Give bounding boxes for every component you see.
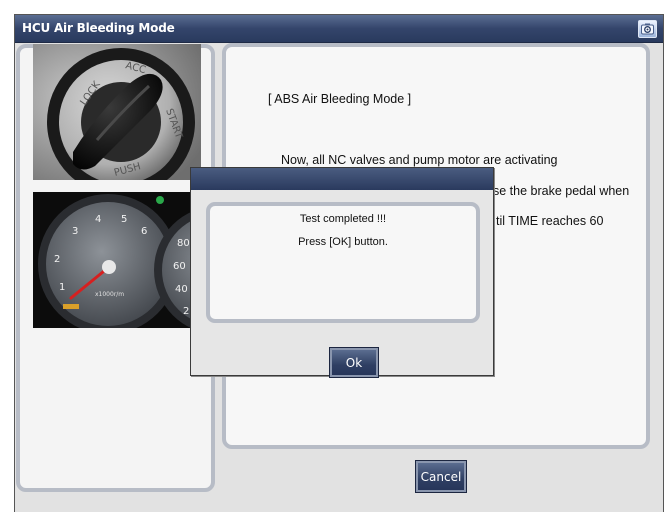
tach-label-1: 1	[59, 282, 65, 293]
window-title: HCU Air Bleeding Mode	[22, 21, 175, 35]
tach-label-6: 6	[141, 226, 147, 237]
dialog-message: Test completed !!!	[299, 213, 387, 225]
instruction-line-2: se the brake pedal when	[493, 184, 630, 198]
tach-label-5: 5	[121, 214, 127, 225]
dialog-titlebar	[191, 168, 493, 190]
ignition-switch-image: LOCK ACC START PUSH	[33, 44, 201, 180]
test-completed-dialog: Test completed !!! Press [OK] button. Ok	[190, 167, 494, 378]
window-titlebar: HCU Air Bleeding Mode	[15, 15, 663, 43]
mode-heading: [ ABS Air Bleeding Mode ]	[268, 92, 412, 106]
speed-label-60: 60	[173, 261, 186, 272]
dialog-instruction: Press [OK] button.	[298, 236, 388, 248]
speed-label-40: 40	[175, 284, 188, 295]
instrument-cluster-image: 1 2 3 4 5 6 80 60 40 20 100 x1000r/m	[33, 192, 213, 328]
tach-label-3: 3	[72, 226, 78, 237]
instruction-line-1: Now, all NC valves and pump motor are ac…	[281, 153, 558, 167]
speed-label-80: 80	[177, 238, 190, 249]
instruction-line-3: til TIME reaches 60	[496, 214, 604, 228]
dialog-message-box: Test completed !!! Press [OK] button.	[206, 202, 480, 323]
tach-unit-label: x1000r/m	[95, 291, 124, 298]
camera-icon[interactable]	[638, 20, 657, 38]
ok-button[interactable]: Ok	[329, 347, 379, 378]
tach-label-4: 4	[95, 214, 101, 225]
tach-label-2: 2	[54, 254, 60, 265]
cancel-button[interactable]: Cancel	[415, 460, 467, 493]
